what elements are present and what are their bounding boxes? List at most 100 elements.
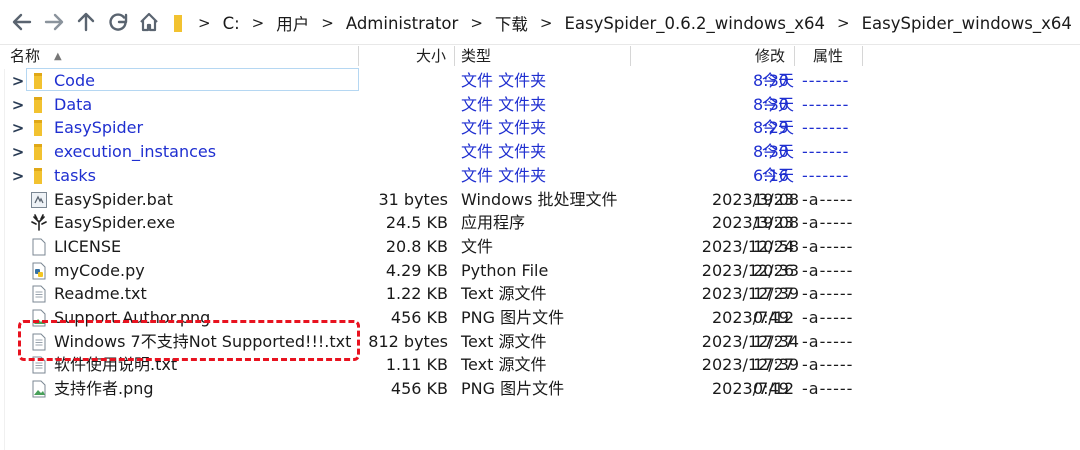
breadcrumb-item-users[interactable]: 用户 [276,11,309,35]
expand-chevron-icon[interactable]: > [10,164,26,188]
modified-time: 20:33 [753,260,800,280]
breadcrumb: > C: > 用户 > Administrator > 下载 > EasySpi… [167,4,1080,42]
file-name[interactable]: execution_instances [54,140,216,164]
chevron-right-icon[interactable]: > [198,14,211,32]
file-size: 1.22 KB [385,284,448,304]
modified-time: 17:39 [753,355,800,375]
home-icon[interactable] [135,8,163,36]
file-type: PNG 图片文件 [461,379,565,399]
file-row[interactable]: LICENSE 20.8 KB 文件 2023/12/24 10:58 -a----- [0,235,1080,259]
file-name[interactable]: EasySpider.exe [54,211,175,235]
file-attributes: -a----- [802,355,854,375]
file-type: 文件 文件夹 [461,94,547,114]
column-name[interactable]: 名称 [10,44,40,68]
file-type: Python File [461,260,549,280]
file-icon [30,238,48,256]
expand-chevron-icon[interactable]: > [10,93,26,117]
python-file-icon [30,262,48,280]
file-name[interactable]: Data [54,93,92,117]
file-size: 20.8 KB [385,236,448,256]
arrow-up-icon[interactable] [72,8,100,36]
column-size[interactable]: 大小 [416,44,446,68]
file-name[interactable]: myCode.py [54,259,145,283]
file-name[interactable]: LICENSE [54,235,121,259]
modified-time: 19:08 [753,189,800,209]
file-attributes: -a----- [802,236,854,256]
folder-row[interactable]: > Data 文件 文件夹 今天 8:30 ------- [0,93,1080,117]
folder-row[interactable]: > EasySpider 文件 文件夹 今天 8:29 ------- [0,116,1080,140]
file-name[interactable]: EasySpider [54,116,143,140]
address-bar[interactable]: > C: > 用户 > Administrator > 下载 > EasySpi… [167,4,1080,42]
file-row[interactable]: myCode.py 4.29 KB Python File 2023/12/26 20:… [0,259,1080,283]
folder-icon [30,119,48,137]
file-size: 456 KB [390,308,448,327]
file-type: 应用程序 [461,213,526,233]
file-type: 文件 文件夹 [461,118,547,138]
folder-icon [30,167,48,185]
breadcrumb-item-drive[interactable]: C: [223,14,240,33]
chevron-right-icon[interactable]: > [470,14,483,32]
breadcrumb-item-downloads[interactable]: 下载 [495,11,528,35]
folder-icon [30,96,48,114]
file-attributes: -a----- [802,308,854,327]
expand-chevron-icon[interactable]: > [10,140,26,164]
modified-time: 17:34 [753,331,800,351]
file-name[interactable]: Code [54,69,95,93]
modified-time: 8:29 [753,118,789,138]
file-row[interactable]: EasySpider.exe 24.5 KB 应用程序 2023/3/23 19:08-… [0,211,1080,235]
modified-time: 10:58 [753,236,800,256]
file-attributes: ------- [802,118,850,138]
folder-row[interactable]: > Code 文件 文件夹 今天 8:30 ------- [0,69,1080,93]
file-attributes: -a----- [802,213,854,233]
folder-row[interactable]: > tasks 文件 文件夹 今天 6:16 ------- [0,164,1080,188]
file-name[interactable]: 支持作者.png [54,377,154,401]
file-type: 文件 文件夹 [461,165,547,185]
text-file-icon [30,285,48,303]
file-attributes: ------- [802,165,850,185]
modified-time: 19:08 [753,213,800,233]
chevron-right-icon[interactable]: > [252,14,265,32]
chevron-right-icon[interactable]: > [837,14,850,32]
file-size: 1.11 KB [385,355,448,375]
batch-file-icon [30,191,48,209]
file-attributes: ------- [802,71,850,90]
file-attributes: ------- [802,94,850,114]
column-header: 名称 ▲ 大小 类型 修改 属性 [0,44,1080,68]
file-size: 456 KB [390,379,448,399]
expand-chevron-icon[interactable]: > [10,116,26,140]
breadcrumb-item-package[interactable]: EasySpider_0.6.2_windows_x64 [564,14,825,33]
image-file-icon [30,380,48,398]
file-attributes: -a----- [802,331,854,351]
modified-time: 6:16 [753,165,789,185]
modified-time: 8:30 [753,94,789,114]
navigation-toolbar: > C: > 用户 > Administrator > 下载 > EasySpi… [0,0,1080,45]
file-type: 文件 [461,236,494,256]
expand-chevron-icon[interactable]: > [10,69,26,93]
file-name[interactable]: Readme.txt [54,282,147,306]
breadcrumb-item-administrator[interactable]: Administrator [346,14,458,33]
folder-icon [30,72,48,90]
file-row[interactable]: Readme.txt 1.22 KB Text 源文件 2023/12/27 17:39… [0,282,1080,306]
breadcrumb-item-current[interactable]: EasySpider_windows_x64 [862,14,1072,33]
application-icon [30,214,48,232]
folder-row[interactable]: > execution_instances 文件 文件夹 今天 8:30 ------- [0,140,1080,164]
column-type[interactable]: 类型 [461,44,491,68]
file-attributes: ------- [802,142,850,162]
file-name[interactable]: tasks [54,164,96,188]
file-attributes: -a----- [802,260,854,280]
file-type: Text 源文件 [461,355,547,375]
file-row[interactable]: EasySpider.bat 31 bytes Windows 批处理文件 2023/… [0,188,1080,212]
modified-time: 17:39 [753,284,800,304]
refresh-icon[interactable] [104,8,132,36]
file-size: 24.5 KB [385,213,448,233]
arrow-right-icon[interactable] [40,8,68,36]
file-size: 31 bytes [378,189,448,209]
modified-time: 0:49 [753,379,789,399]
chevron-right-icon[interactable]: > [321,14,334,32]
column-modified[interactable]: 修改 [755,44,785,68]
arrow-left-icon[interactable] [8,8,36,36]
chevron-right-icon[interactable]: > [540,14,553,32]
file-name[interactable]: EasySpider.bat [54,188,173,212]
column-attributes[interactable]: 属性 [813,44,843,68]
file-row[interactable]: 支持作者.png 456 KB PNG 图片文件 2023/7/12 0:49 -a---… [0,377,1080,401]
